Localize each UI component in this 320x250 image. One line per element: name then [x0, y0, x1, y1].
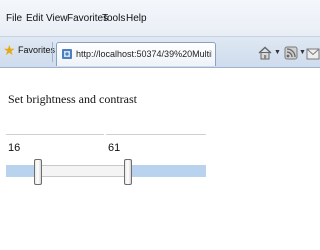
favorites-toolbar: ★ Favorites http://localhost:50374/39%20…: [0, 36, 320, 68]
home-dropdown-icon[interactable]: ▼: [274, 49, 282, 57]
menu-edit[interactable]: Edit: [26, 13, 43, 24]
slider-range-middle: [38, 165, 128, 177]
multi-handle-slider[interactable]: [6, 156, 206, 192]
mail-icon[interactable]: [306, 48, 320, 60]
slider-handle-contrast[interactable]: [124, 159, 132, 185]
menu-tools[interactable]: Tools: [102, 13, 125, 24]
page-heading: Set brightness and contrast: [8, 92, 137, 106]
favorites-button[interactable]: ★ Favorites: [3, 42, 55, 60]
favorites-label: Favorites: [18, 45, 56, 55]
brightness-value-box: 16: [6, 134, 104, 156]
menu-bar: File Edit View Favorites Tools Help: [0, 0, 320, 36]
star-icon: ★: [3, 42, 16, 58]
feeds-icon[interactable]: [284, 46, 298, 60]
slider-handle-brightness[interactable]: [34, 159, 42, 185]
tab-title: http://localhost:50374/39%20MultiHandleS…: [76, 49, 212, 59]
menu-view[interactable]: View: [46, 13, 68, 24]
slider-range-right: [128, 165, 206, 177]
contrast-value-box: 61: [106, 134, 206, 156]
home-icon[interactable]: [258, 46, 272, 60]
toolbar-divider: [52, 42, 53, 62]
page-content: Set brightness and contrast 16 61: [0, 67, 320, 250]
menu-file[interactable]: File: [6, 13, 22, 24]
page-icon: [62, 49, 72, 59]
menu-help[interactable]: Help: [126, 13, 147, 24]
browser-tab[interactable]: http://localhost:50374/39%20MultiHandleS…: [56, 42, 216, 66]
